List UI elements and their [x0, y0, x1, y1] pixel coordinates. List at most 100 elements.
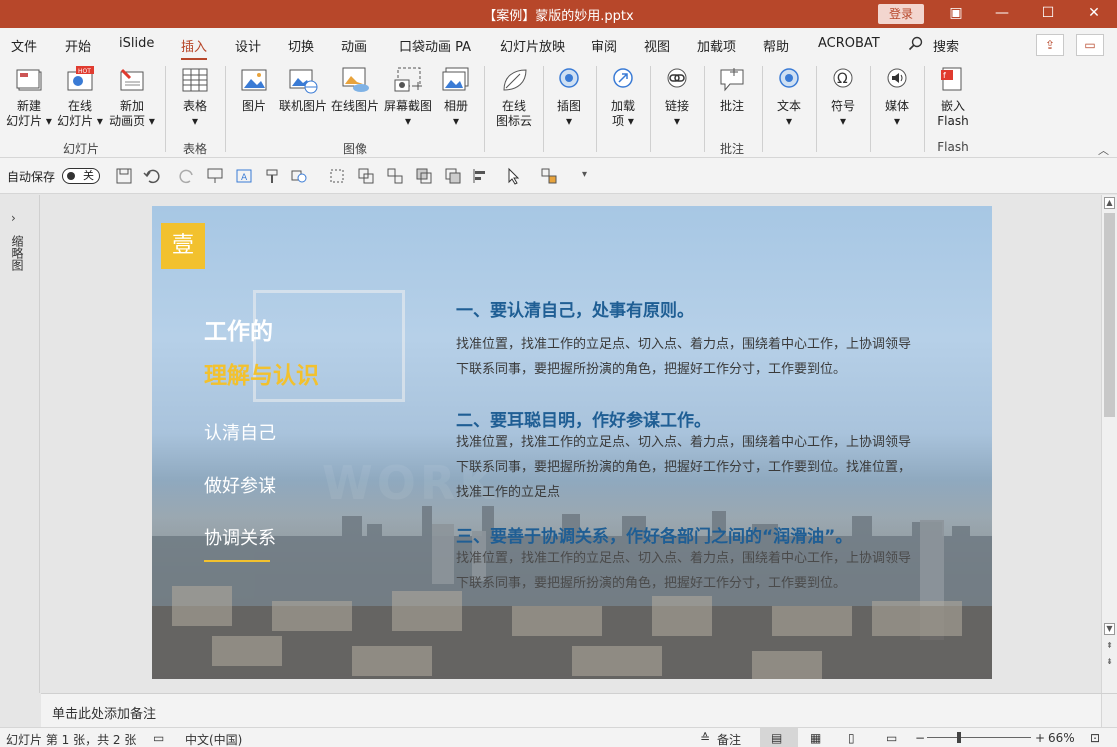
group-label-slides: 幻灯片 [62, 142, 99, 156]
fit-to-window-icon[interactable]: ⊡ [1090, 731, 1100, 745]
slide-canvas[interactable]: 壹 工作的 理解与认识 认清自己 做好参谋 协调关系 WORK 一、要认清自己，… [152, 206, 992, 679]
notes-toggle-button[interactable]: 备注 [717, 731, 741, 747]
ribbon-separator [543, 66, 544, 152]
tab-addins[interactable]: 加载项 [697, 36, 736, 55]
status-bar: 幻灯片 第 1 张，共 2 张 ▭ 中文(中国) ≙ 备注 ▤ ▦ ▯ ▭ − … [0, 727, 1117, 747]
language-indicator[interactable]: 中文(中国) [185, 731, 242, 747]
format-painter-icon[interactable] [264, 167, 282, 185]
close-button[interactable]: ✕ [1071, 0, 1117, 28]
tab-home[interactable]: 开始 [65, 36, 91, 55]
leaf-icon [503, 69, 527, 91]
nav-item-coordination: 协调关系 [204, 528, 276, 549]
new-slide-button[interactable]: 新建 幻灯片 ▾ [6, 64, 52, 129]
shapes-icon[interactable] [290, 167, 308, 185]
zoom-slider[interactable] [927, 737, 1031, 738]
redo-icon[interactable] [178, 167, 196, 185]
zoom-in-icon[interactable]: + [1035, 731, 1045, 745]
group-icon[interactable] [357, 167, 375, 185]
ribbon-separator [816, 66, 817, 152]
tab-design[interactable]: 设计 [235, 36, 261, 55]
tab-insert[interactable]: 插入 [181, 36, 208, 61]
save-icon[interactable] [115, 167, 133, 185]
vertical-scrollbar[interactable]: ▲ ▼ ⇞ ⇟ [1101, 195, 1117, 693]
embed-flash-button[interactable]: f 嵌入 Flash [931, 64, 975, 129]
autosave-label: 自动保存 [7, 170, 56, 184]
notes-scrollbar[interactable] [1101, 694, 1117, 728]
customize-qat-icon[interactable]: ▾ [582, 169, 587, 180]
tab-search[interactable]: 搜索 [933, 36, 959, 55]
nav-item-know-yourself: 认清自己 [204, 423, 276, 444]
tab-acrobat[interactable]: ACROBAT [818, 36, 880, 51]
zoom-out-icon[interactable]: − [915, 731, 925, 745]
search-icon[interactable] [908, 36, 923, 55]
collapse-ribbon-icon[interactable]: ︿ [1098, 142, 1109, 158]
textbox-icon[interactable]: A [235, 167, 253, 185]
online-images-button[interactable]: 在线图片 [330, 64, 380, 114]
tab-review[interactable]: 审阅 [591, 36, 617, 55]
align-icon[interactable] [471, 167, 489, 185]
table-button[interactable]: 表格 ▾ [172, 64, 218, 129]
tab-islide[interactable]: iSlide [119, 36, 154, 51]
select-area-icon[interactable] [328, 167, 346, 185]
ribbon-display-options-button[interactable]: ▣ [933, 0, 979, 28]
tab-file[interactable]: 文件 [11, 36, 37, 55]
notes-toggle-icon[interactable]: ≙ [700, 731, 710, 745]
table-icon [182, 68, 208, 92]
expand-thumbnails-icon[interactable]: › [11, 211, 16, 225]
ungroup-icon[interactable] [386, 167, 404, 185]
bring-forward-icon[interactable] [415, 167, 433, 185]
tab-slideshow[interactable]: 幻灯片放映 [500, 36, 565, 55]
login-button[interactable]: 登录 [878, 4, 924, 24]
next-slide-icon[interactable]: ⇟ [1104, 657, 1115, 669]
tab-animations[interactable]: 动画 [341, 36, 367, 55]
tab-pocket-animation[interactable]: 口袋动画 PA [399, 36, 471, 55]
previous-slide-icon[interactable]: ⇞ [1104, 641, 1115, 653]
accessibility-icon[interactable]: ▭ [153, 731, 164, 745]
tab-view[interactable]: 视图 [644, 36, 670, 55]
scroll-thumb[interactable] [1104, 213, 1115, 417]
photo-album-button[interactable]: 相册 ▾ [436, 64, 476, 129]
zoom-level[interactable]: 66% [1048, 731, 1075, 745]
text-button[interactable]: 文本 ▾ [769, 64, 809, 129]
reading-view-icon[interactable]: ▯ [848, 731, 855, 745]
ribbon-separator [762, 66, 763, 152]
share-icon[interactable]: ⇪ [1036, 34, 1064, 56]
addins-button[interactable]: 加载 项 ▾ [603, 64, 643, 129]
screenshot-button[interactable]: 屏幕截图 ▾ [382, 64, 434, 129]
comments-icon[interactable]: ▭ [1076, 34, 1104, 56]
present-icon[interactable] [206, 167, 224, 185]
notes-pane[interactable]: 单击此处添加备注 [41, 693, 1117, 728]
link-button[interactable]: 链接 ▾ [657, 64, 697, 129]
icon-cloud-button[interactable]: 在线 图标云 [492, 64, 536, 129]
ribbon-separator [484, 66, 485, 152]
group-label-comments: 批注 [719, 142, 744, 156]
thumbnail-panel-label[interactable]: 缩略图 [9, 235, 24, 271]
svg-text:f: f [943, 71, 946, 80]
slideshow-icon[interactable]: ▭ [886, 731, 897, 745]
ribbon-separator [225, 66, 226, 152]
tab-transitions[interactable]: 切换 [288, 36, 314, 55]
maximize-button[interactable]: ☐ [1025, 0, 1071, 28]
media-button[interactable]: 媒体 ▾ [877, 64, 917, 129]
send-backward-icon[interactable] [444, 167, 462, 185]
online-slide-button[interactable]: HOT 在线 幻灯片 ▾ [56, 64, 104, 129]
menu-bar: 文件 开始 iSlide 插入 设计 切换 动画 口袋动画 PA 幻灯片放映 审… [0, 28, 1117, 61]
scroll-up-arrow-icon[interactable]: ▲ [1104, 197, 1115, 209]
scroll-down-arrow-icon[interactable]: ▼ [1104, 623, 1115, 635]
online-pictures-button[interactable]: 联机图片 [277, 64, 329, 114]
comment-button[interactable]: 批注 [712, 64, 752, 114]
tab-help[interactable]: 帮助 [763, 36, 789, 55]
slide-sorter-icon[interactable]: ▦ [810, 731, 821, 745]
new-animation-page-button[interactable]: 新加 动画页 ▾ [106, 64, 158, 129]
zoom-slider-knob[interactable] [957, 732, 961, 743]
minimize-button[interactable]: — [979, 0, 1025, 28]
picture-button[interactable]: 图片 [234, 64, 274, 114]
select-cursor-icon[interactable] [505, 167, 523, 185]
undo-icon[interactable] [143, 167, 161, 185]
notes-placeholder[interactable]: 单击此处添加备注 [52, 703, 156, 722]
autosave-toggle[interactable]: 关 [62, 168, 100, 184]
group-label-tables: 表格 [182, 142, 207, 156]
symbol-button[interactable]: Ω 符号 ▾ [823, 64, 863, 129]
arrange-icon[interactable] [540, 167, 558, 185]
illustrations-button[interactable]: 插图 ▾ [549, 64, 589, 129]
